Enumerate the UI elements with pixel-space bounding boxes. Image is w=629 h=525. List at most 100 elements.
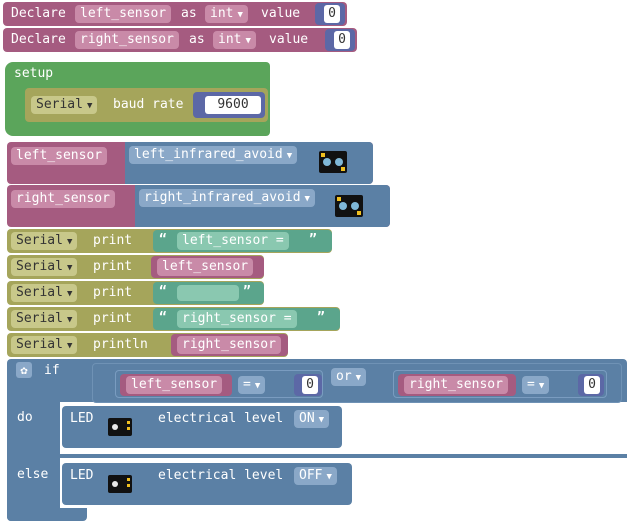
print-command-label: print xyxy=(93,285,133,300)
variable-block[interactable]: left_sensor xyxy=(151,256,264,278)
serial-dropdown[interactable]: Serial ▼ xyxy=(31,96,98,114)
variable-block[interactable]: right_sensor xyxy=(398,374,516,396)
gear-icon[interactable]: ✿ xyxy=(16,362,32,378)
led-module-icon xyxy=(108,475,132,493)
declare-left-sensor-block[interactable]: Declare left_sensor as int ▼ value 0 xyxy=(3,2,347,26)
baud-rate-field[interactable]: 9600 xyxy=(205,96,261,114)
variable-field[interactable]: left_sensor xyxy=(157,258,254,276)
declare-var-name-field[interactable]: left_sensor xyxy=(75,5,172,23)
chevron-down-icon: ▼ xyxy=(538,381,545,391)
infrared-sensor-icon xyxy=(335,195,363,217)
led-label: LED xyxy=(70,468,94,483)
serial-print-block[interactable]: Serial ▼ print left_sensor xyxy=(7,255,264,279)
math-number-block[interactable]: 0 xyxy=(578,374,604,396)
logic-operator-dropdown[interactable]: or ▼ xyxy=(331,368,367,386)
compare-right-block[interactable]: right_sensor = ▼ 0 xyxy=(393,370,607,398)
chevron-down-icon: ▼ xyxy=(66,289,73,299)
variable-field[interactable]: right_sensor xyxy=(177,336,281,354)
do-label: do xyxy=(17,410,33,425)
infrared-sensor-block[interactable]: left_infrared_avoid ▼ xyxy=(125,142,373,184)
serial-value: Serial xyxy=(16,233,63,248)
led-on-block[interactable]: LED electrical level ON ▼ xyxy=(62,406,342,448)
chevron-down-icon: ▼ xyxy=(254,381,261,391)
logic-or-block[interactable]: left_sensor = ▼ 0 or ▼ right_sensor = ▼ 0 xyxy=(92,363,622,403)
declare-var-name-field[interactable]: right_sensor xyxy=(75,31,179,49)
serial-print-block[interactable]: Serial ▼ print “ left_sensor = ” xyxy=(7,229,332,253)
text-string-block[interactable]: “ ” xyxy=(153,282,264,304)
declare-type-value: int xyxy=(210,6,234,21)
declare-value-field[interactable]: 0 xyxy=(334,31,350,49)
infrared-sensor-icon xyxy=(319,151,347,173)
assign-right-sensor-block[interactable]: right_sensor right_infrared_avoid ▼ xyxy=(7,185,390,227)
declare-type-dropdown[interactable]: int ▼ xyxy=(213,31,256,49)
serial-baud-block[interactable]: Serial ▼ baud rate 9600 xyxy=(25,88,268,122)
variable-field[interactable]: left_sensor xyxy=(126,376,223,394)
quote-close-icon: ” xyxy=(243,284,251,299)
math-number-block[interactable]: 9600 xyxy=(193,92,265,118)
text-value-field[interactable]: left_sensor = xyxy=(177,232,289,250)
compare-operator-dropdown[interactable]: = ▼ xyxy=(522,376,550,394)
else-label: else xyxy=(17,467,49,482)
compare-operator-dropdown[interactable]: = ▼ xyxy=(238,376,266,394)
serial-dropdown[interactable]: Serial ▼ xyxy=(11,258,78,276)
math-number-block[interactable]: 0 xyxy=(315,3,345,25)
declare-type-dropdown[interactable]: int ▼ xyxy=(205,5,248,23)
chevron-down-icon: ▼ xyxy=(66,341,73,351)
setup-block[interactable]: setup Serial ▼ baud rate 9600 xyxy=(5,62,270,136)
bottom-clear xyxy=(60,508,627,525)
text-value-field[interactable]: right_sensor = xyxy=(177,310,297,328)
serial-dropdown[interactable]: Serial ▼ xyxy=(11,284,78,302)
compare-value-field[interactable]: 0 xyxy=(302,376,318,394)
chevron-down-icon: ▼ xyxy=(237,10,243,20)
assign-left-sensor-block[interactable]: left_sensor left_infrared_avoid ▼ xyxy=(7,142,373,184)
compare-value-field[interactable]: 0 xyxy=(584,376,600,394)
text-string-block[interactable]: “ left_sensor = ” xyxy=(153,230,332,252)
serial-value: Serial xyxy=(16,285,63,300)
serial-dropdown[interactable]: Serial ▼ xyxy=(11,310,78,328)
print-command-label: print xyxy=(93,259,133,274)
serial-print-block[interactable]: Serial ▼ print “ right_sensor = ” xyxy=(7,307,340,331)
sensor-value: left_infrared_avoid xyxy=(134,147,283,162)
declare-value-field[interactable]: 0 xyxy=(324,5,340,23)
quote-open-icon: “ xyxy=(159,310,167,325)
led-off-block[interactable]: LED electrical level OFF ▼ xyxy=(62,463,352,505)
variable-block[interactable]: left_sensor xyxy=(120,374,232,396)
chevron-down-icon: ▼ xyxy=(286,151,293,161)
level-value: OFF xyxy=(299,468,323,483)
quote-open-icon: “ xyxy=(159,284,167,299)
level-dropdown[interactable]: ON ▼ xyxy=(294,410,330,428)
variable-field[interactable]: right_sensor xyxy=(404,376,508,394)
variable-block[interactable]: right_sensor xyxy=(171,334,288,356)
sensor-dropdown[interactable]: right_infrared_avoid ▼ xyxy=(139,189,315,207)
if-label: if xyxy=(44,363,60,378)
serial-value: Serial xyxy=(16,311,63,326)
led-module-icon xyxy=(108,418,132,436)
serial-value: Serial xyxy=(36,97,83,112)
serial-value: Serial xyxy=(16,259,63,274)
assign-var-field[interactable]: right_sensor xyxy=(11,190,115,208)
print-command-label: print xyxy=(93,233,133,248)
baud-rate-label: baud rate xyxy=(113,97,184,112)
print-command-label: print xyxy=(93,311,133,326)
if-block-footer xyxy=(7,508,87,521)
math-number-block[interactable]: 0 xyxy=(325,29,355,51)
sensor-dropdown[interactable]: left_infrared_avoid ▼ xyxy=(129,146,298,164)
serial-print-block[interactable]: Serial ▼ print “ ” xyxy=(7,281,264,305)
text-value-field[interactable] xyxy=(177,285,239,301)
math-number-block[interactable]: 0 xyxy=(294,374,322,396)
serial-dropdown[interactable]: Serial ▼ xyxy=(11,336,78,354)
serial-value: Serial xyxy=(16,337,63,352)
logic-operator-value: or xyxy=(336,369,352,384)
level-dropdown[interactable]: OFF ▼ xyxy=(294,467,337,485)
declare-right-sensor-block[interactable]: Declare right_sensor as int ▼ value 0 xyxy=(3,28,357,52)
compare-left-block[interactable]: left_sensor = ▼ 0 xyxy=(115,370,323,398)
assign-var-field[interactable]: left_sensor xyxy=(11,147,108,165)
serial-println-block[interactable]: Serial ▼ println right_sensor xyxy=(7,333,288,357)
chevron-down-icon: ▼ xyxy=(304,194,310,204)
serial-dropdown[interactable]: Serial ▼ xyxy=(11,232,78,250)
infrared-sensor-block[interactable]: right_infrared_avoid ▼ xyxy=(135,185,390,227)
chevron-down-icon: ▼ xyxy=(66,315,73,325)
chevron-down-icon: ▼ xyxy=(318,415,325,425)
text-string-block[interactable]: “ right_sensor = ” xyxy=(153,308,340,330)
chevron-down-icon: ▼ xyxy=(66,263,73,273)
